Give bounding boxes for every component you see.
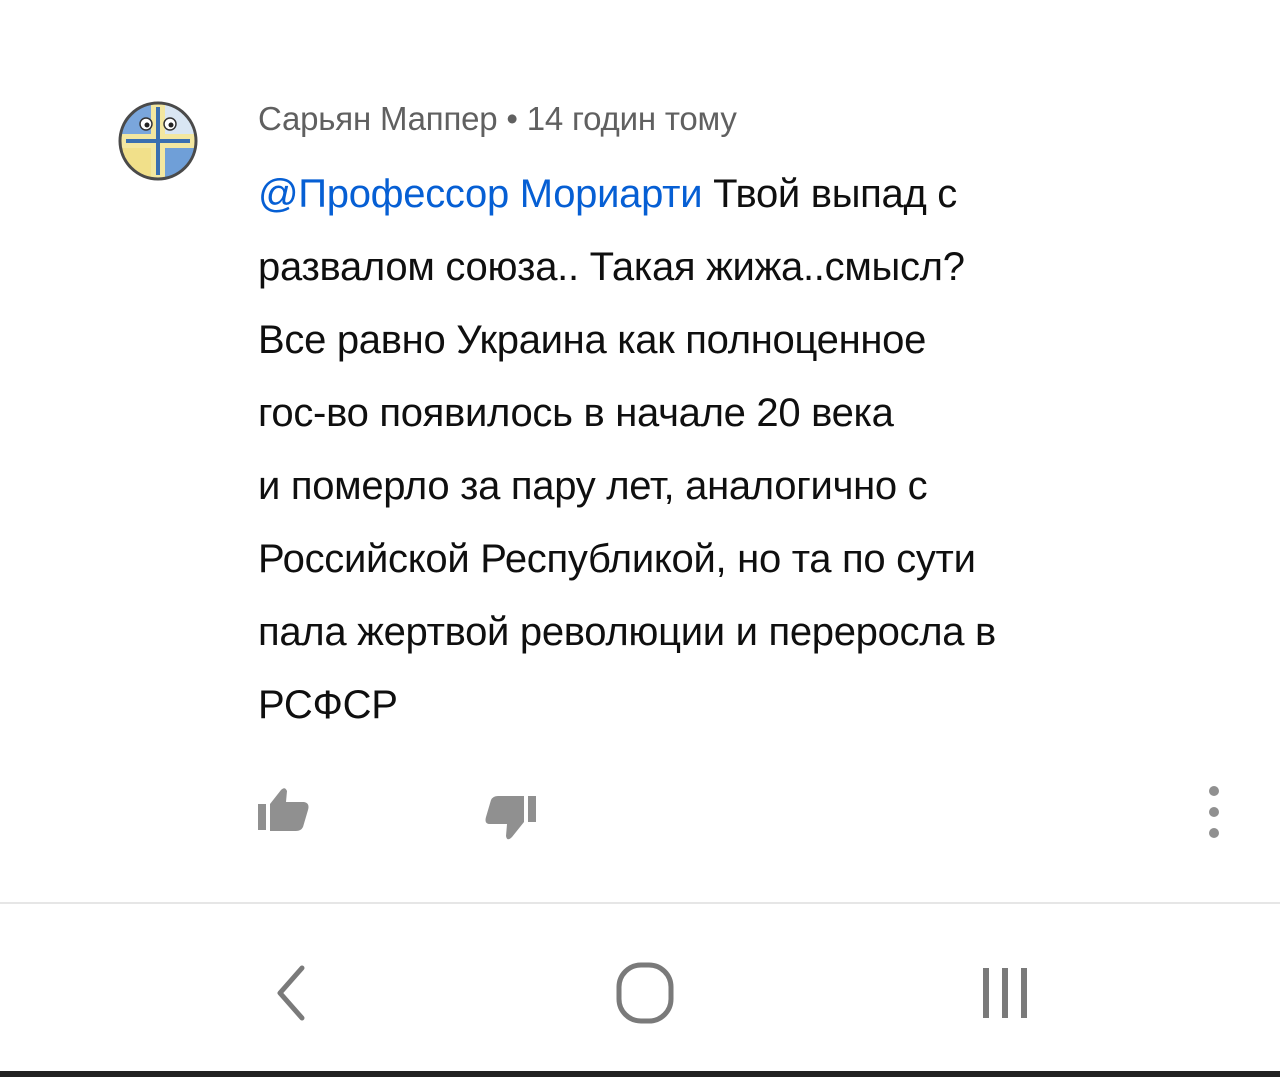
- comment-line-4: гос-во появилось в начале 20 века: [258, 391, 894, 435]
- comment-line-5: и померло за пару лет, аналогично с: [258, 464, 928, 508]
- mention-link[interactable]: @Профессор Мориарти: [258, 172, 703, 216]
- chevron-left-icon: [277, 965, 305, 1021]
- more-actions-button[interactable]: [1196, 786, 1232, 848]
- comment-line-1-text: Твой выпад с: [702, 172, 958, 216]
- comment-meta: Сарьян Маппер • 14 годин тому: [258, 100, 737, 138]
- back-button[interactable]: [262, 958, 322, 1028]
- comment-line-2: развалом союза.. Такая жижа..смысл?: [258, 245, 965, 289]
- comment-text: @Профессор Мориарти Твой выпад с развало…: [258, 158, 1218, 742]
- comment-time: 14 годин тому: [526, 100, 737, 137]
- meta-separator: •: [506, 100, 518, 137]
- dislike-button[interactable]: [480, 782, 540, 852]
- home-rounded-square-icon: [616, 962, 674, 1024]
- thumb-down-icon: [485, 796, 536, 840]
- comment-line-1: @Профессор Мориарти Твой выпад с: [258, 158, 1218, 231]
- avatar[interactable]: [118, 101, 198, 181]
- home-button[interactable]: [612, 960, 678, 1026]
- thumb-up-icon: [258, 788, 309, 831]
- comment-item: Сарьян Маппер • 14 годин тому @Профессор…: [0, 0, 1280, 900]
- comment-line-7: пала жертвой революции и переросла в: [258, 610, 997, 654]
- avatar-flag-icon: [118, 101, 198, 181]
- comment-line-8: РСФСР: [258, 683, 398, 727]
- recent-apps-button[interactable]: [970, 962, 1040, 1024]
- comment-line-3: Все равно Украина как полноценное: [258, 318, 927, 362]
- like-button[interactable]: [254, 782, 314, 842]
- more-vertical-icon: [1196, 786, 1232, 838]
- comment-line-6: Российской Республикой, но та по сути: [258, 537, 976, 581]
- screen-bottom-edge: [0, 1071, 1280, 1077]
- comment-author[interactable]: Сарьян Маппер: [258, 100, 498, 137]
- recent-apps-icon: [983, 968, 1027, 1018]
